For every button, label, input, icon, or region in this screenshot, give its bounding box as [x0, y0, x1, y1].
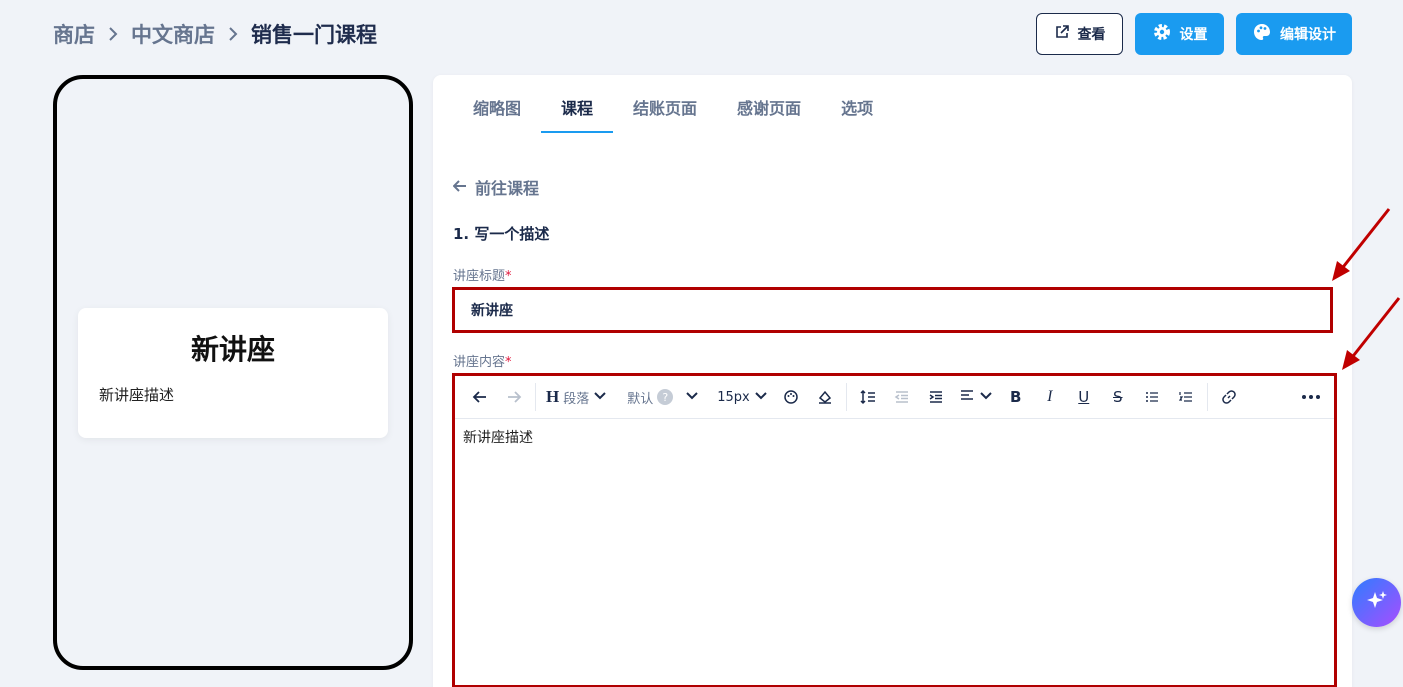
view-button[interactable]: 查看: [1036, 13, 1123, 55]
lecture-title-input[interactable]: [452, 287, 1333, 333]
content-field-label: 讲座内容*: [453, 351, 512, 370]
title-field-label: 讲座标题*: [453, 265, 512, 284]
tab-options[interactable]: 选项: [821, 75, 893, 133]
undo-button[interactable]: [463, 382, 497, 412]
align-dropdown[interactable]: [953, 382, 999, 412]
gear-icon: [1152, 22, 1172, 46]
preview-title: 新讲座: [190, 333, 275, 366]
underline-button[interactable]: U: [1067, 382, 1101, 412]
line-height-button[interactable]: [851, 382, 885, 412]
editor-panel: 缩略图 课程 结账页面 感谢页面 选项 前往课程 1. 写一个描述 讲座标题* …: [433, 75, 1352, 687]
chevron-down-icon: [754, 390, 768, 405]
link-button[interactable]: [1212, 382, 1246, 412]
underline-icon: U: [1078, 388, 1090, 406]
tab-checkout-page[interactable]: 结账页面: [613, 75, 717, 133]
title-field-label-text: 讲座标题: [453, 269, 506, 284]
text-color-button[interactable]: [774, 382, 808, 412]
breadcrumb-item-current: 销售一门课程: [251, 23, 377, 47]
paragraph-style-dropdown[interactable]: H 段落: [540, 382, 613, 412]
view-button-label: 查看: [1077, 27, 1106, 43]
font-size-dropdown[interactable]: 15px: [711, 382, 774, 412]
highlight-color-button[interactable]: [808, 382, 842, 412]
sparkle-icon: [1365, 589, 1389, 617]
heading-icon: H: [546, 387, 560, 406]
back-to-course-link[interactable]: 前往课程: [452, 175, 540, 199]
section-title: 1. 写一个描述: [453, 225, 550, 243]
settings-button[interactable]: 设置: [1135, 13, 1224, 55]
mobile-preview-frame: 新讲座 新讲座描述: [53, 75, 413, 670]
content-field-label-text: 讲座内容: [453, 355, 506, 370]
breadcrumb: 商店 中文商店 销售一门课程: [53, 19, 377, 49]
top-actions: 查看 设置 编辑设计: [1036, 13, 1352, 55]
font-family-label: 默认: [627, 391, 654, 407]
settings-button-label: 设置: [1179, 27, 1208, 43]
editor-content-area[interactable]: 新讲座描述: [455, 419, 1334, 455]
font-family-dropdown[interactable]: 默认 ?: [621, 382, 705, 412]
editor-toolbar: H 段落 默认 ? 15px B I U S: [455, 376, 1334, 419]
back-to-course-label: 前往课程: [475, 179, 540, 198]
outdent-button[interactable]: [885, 382, 919, 412]
indent-button[interactable]: [919, 382, 953, 412]
italic-button[interactable]: I: [1033, 382, 1067, 412]
tab-bar: 缩略图 课程 结账页面 感谢页面 选项: [433, 75, 1352, 133]
tab-thumbnail[interactable]: 缩略图: [453, 75, 541, 133]
annotation-arrow-icon: [1332, 208, 1391, 281]
chevron-down-icon: [685, 390, 699, 405]
bulleted-list-button[interactable]: [1135, 382, 1169, 412]
bold-button[interactable]: B: [999, 382, 1033, 412]
help-icon: ?: [657, 389, 674, 405]
external-link-icon: [1054, 24, 1070, 44]
required-mark: *: [505, 269, 512, 284]
palette-icon: [1252, 22, 1272, 46]
toolbar-divider: [1206, 383, 1208, 411]
tab-thank-you-page[interactable]: 感谢页面: [717, 75, 821, 133]
edit-design-button-label: 编辑设计: [1280, 27, 1336, 43]
preview-card: 新讲座 新讲座描述: [78, 308, 388, 438]
more-options-button[interactable]: [1294, 382, 1328, 412]
toolbar-divider: [845, 383, 847, 411]
ai-assistant-button[interactable]: [1352, 578, 1401, 627]
strikethrough-button[interactable]: S: [1101, 382, 1135, 412]
tab-course[interactable]: 课程: [541, 75, 614, 133]
required-mark: *: [505, 355, 512, 370]
chevron-right-icon: [107, 26, 119, 42]
annotation-arrow-icon: [1342, 297, 1401, 370]
rich-text-editor: H 段落 默认 ? 15px B I U S 新讲座描述: [452, 373, 1337, 687]
arrow-left-icon: [452, 178, 467, 197]
chevron-down-icon: [593, 390, 607, 405]
chevron-right-icon: [227, 26, 239, 42]
strikethrough-icon: S: [1113, 388, 1123, 406]
font-size-label: 15px: [717, 389, 750, 405]
preview-description: 新讲座描述: [99, 386, 175, 404]
toolbar-divider: [535, 383, 536, 411]
chevron-down-icon: [979, 390, 993, 405]
numbered-list-button[interactable]: [1169, 382, 1203, 412]
breadcrumb-item-store[interactable]: 商店: [53, 19, 95, 49]
paragraph-style-label: 段落: [563, 391, 590, 407]
breadcrumb-item-chinese-store[interactable]: 中文商店: [131, 19, 215, 49]
align-left-icon: [959, 387, 975, 407]
bold-icon: B: [1010, 388, 1022, 406]
edit-design-button[interactable]: 编辑设计: [1236, 13, 1352, 55]
italic-icon: I: [1047, 388, 1053, 405]
redo-button[interactable]: [497, 382, 531, 412]
